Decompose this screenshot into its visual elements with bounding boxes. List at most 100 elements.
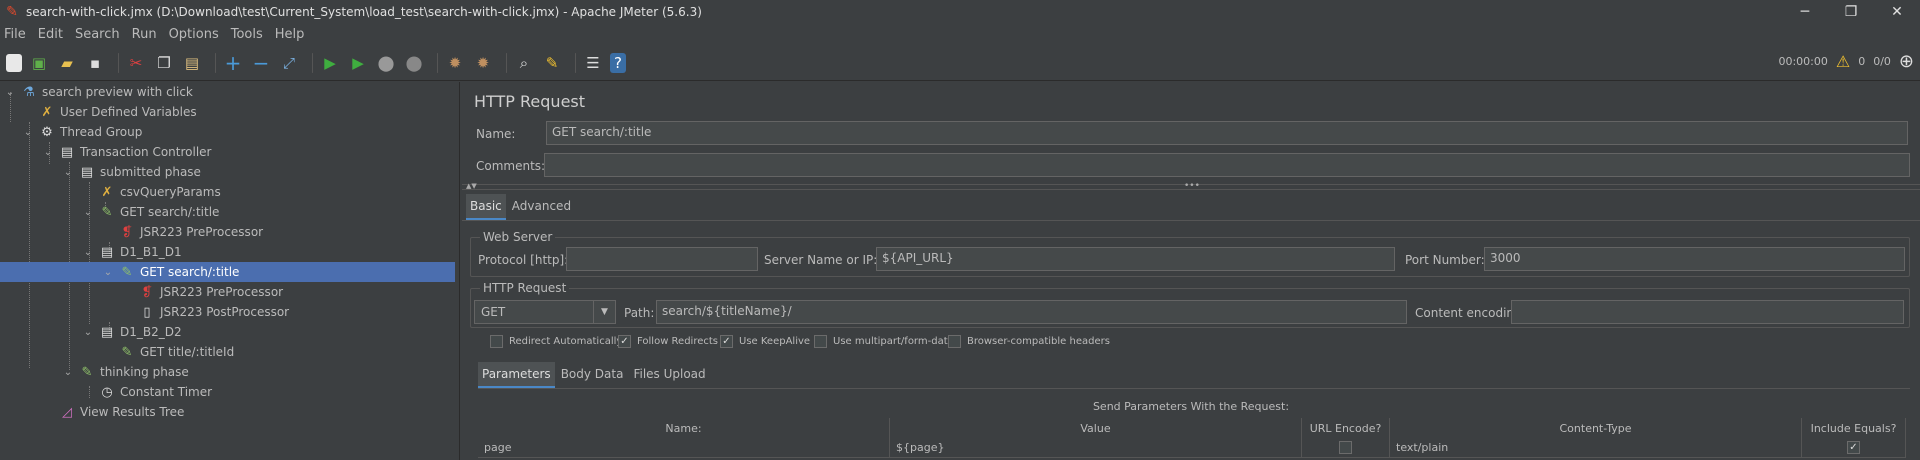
encoding-field[interactable]: [1511, 300, 1904, 324]
maximize-button[interactable]: ❐: [1828, 4, 1874, 20]
tree-node-csv-query-params[interactable]: ✗ csvQueryParams: [82, 182, 221, 202]
warning-icon[interactable]: ⚠: [1836, 52, 1850, 71]
menu-tools[interactable]: Tools: [231, 27, 263, 42]
clear-all-icon[interactable]: ✹: [472, 52, 494, 74]
splitter-arrows-icon[interactable]: ▲▼: [466, 182, 477, 190]
collapse-icon[interactable]: −: [250, 51, 272, 75]
wrench-icon: ✗: [41, 104, 53, 120]
help-icon[interactable]: ?: [610, 52, 626, 73]
new-icon[interactable]: [6, 53, 22, 72]
tree-node-get-search-title-selected[interactable]: ⌄ ✎ GET search/:title: [0, 262, 455, 282]
active-threads: 0/0: [1873, 55, 1891, 68]
elapsed-timer: 00:00:00: [1778, 55, 1828, 68]
tab-basic[interactable]: Basic: [466, 194, 506, 220]
use-keepalive-checkbox[interactable]: ✓ Use KeepAlive: [720, 335, 810, 348]
menu-search[interactable]: Search: [75, 27, 120, 42]
cell-content-type[interactable]: text/plain: [1390, 437, 1802, 458]
templates-icon[interactable]: ▣: [28, 52, 50, 74]
chevron-down-icon: ▼: [593, 301, 615, 323]
menu-help[interactable]: Help: [275, 27, 305, 42]
checkbox-box: [948, 335, 961, 348]
splitter-grip-icon[interactable]: •••: [1184, 181, 1200, 191]
tree-node-submitted-phase[interactable]: ⌄ ▤ submitted phase: [62, 162, 201, 182]
path-field[interactable]: search/${titleName}/: [656, 300, 1407, 324]
test-plan-tree: ⌄ ⚗ search preview with click ✗ User Define…: [0, 82, 460, 460]
follow-redirects-checkbox[interactable]: ✓ Follow Redirects: [618, 335, 718, 348]
clear-icon[interactable]: ✹: [444, 52, 466, 74]
minimize-button[interactable]: ─: [1782, 4, 1828, 20]
cell-name[interactable]: page: [478, 437, 890, 458]
toolbar-separator: [437, 52, 438, 73]
menu-run[interactable]: Run: [132, 27, 157, 42]
redirect-automatically-checkbox[interactable]: Redirect Automatically: [490, 335, 622, 348]
name-field[interactable]: GET search/:title: [546, 121, 1908, 145]
toolbar: ▣ ▰ ▪ ✂ ❐ ▤ + − ⤢ ▶ ▶ ⬤ ⬤ ✹ ✹ ⌕ ✎ ☰ ? 00…: [0, 45, 1920, 81]
jmeter-feather-icon: ✎: [6, 3, 18, 20]
copy-icon[interactable]: ❐: [153, 52, 175, 74]
cut-icon[interactable]: ✂: [125, 52, 147, 74]
protocol-field[interactable]: [566, 247, 758, 271]
checkbox-box: [814, 335, 827, 348]
title-bar: ✎ search-with-click.jmx (D:\Download\tes…: [0, 0, 1920, 23]
stop-icon[interactable]: ⬤: [375, 52, 397, 74]
tree-node-test-plan[interactable]: ⌄ ⚗ search preview with click: [4, 82, 193, 102]
tree-node-jsr223-postprocessor[interactable]: ▯ JSR223 PostProcessor: [122, 302, 289, 322]
tree-node-d1-b1-d1[interactable]: ⌄ ▤ D1_B1_D1: [82, 242, 182, 262]
tree-node-thread-group[interactable]: ⌄ ⚙ Thread Group: [22, 122, 143, 142]
save-icon[interactable]: ▪: [84, 52, 106, 74]
comments-field[interactable]: [544, 153, 1910, 177]
check-icon: ✓: [1847, 441, 1860, 454]
start-icon[interactable]: ▶: [319, 52, 341, 74]
tree-node-get-search-title[interactable]: ⌄ ✎ GET search/:title: [82, 202, 220, 222]
tab-parameters[interactable]: Parameters: [478, 362, 555, 388]
cell-include-equals[interactable]: ✓: [1802, 437, 1906, 458]
tree-node-d1-b2-d2[interactable]: ⌄ ▤ D1_B2_D2: [82, 322, 182, 342]
port-label: Port Number:: [1405, 253, 1485, 267]
col-name[interactable]: Name:: [478, 418, 890, 438]
tree-node-jsr223-preprocessor[interactable]: ❡ JSR223 PreProcessor: [102, 222, 264, 242]
menu-file[interactable]: File: [4, 27, 26, 42]
reset-search-icon[interactable]: ✎: [541, 52, 563, 74]
tree-node-get-title-titleid[interactable]: ✎ GET title/:titleId: [102, 342, 235, 362]
col-content-type[interactable]: Content-Type: [1390, 418, 1802, 438]
cell-url-encode[interactable]: [1302, 437, 1390, 458]
status-area: 00:00:00 ⚠ 0 0/0 ⊕: [1778, 51, 1914, 72]
open-icon[interactable]: ▰: [56, 52, 78, 74]
menu-options[interactable]: Options: [169, 27, 219, 42]
search-icon[interactable]: ⌕: [513, 52, 535, 74]
tab-body-data[interactable]: Body Data: [557, 362, 628, 388]
toolbar-separator: [215, 52, 216, 73]
tree-node-jsr223-preprocessor-2[interactable]: ❡ JSR223 PreProcessor: [122, 282, 284, 302]
port-field[interactable]: 3000: [1484, 247, 1905, 271]
tree-node-user-defined-variables[interactable]: ✗ User Defined Variables: [22, 102, 197, 122]
tab-advanced[interactable]: Advanced: [508, 194, 575, 220]
tree-node-thinking-phase[interactable]: ⌄ ✎ thinking phase: [62, 362, 189, 382]
browser-compatible-headers-checkbox[interactable]: Browser-compatible headers: [948, 335, 1110, 348]
shutdown-icon[interactable]: ⬤: [403, 52, 425, 74]
close-button[interactable]: ✕: [1874, 4, 1920, 20]
col-include-equals[interactable]: Include Equals?: [1802, 418, 1906, 438]
tab-files-upload[interactable]: Files Upload: [629, 362, 709, 388]
controller-icon: ▤: [100, 244, 114, 260]
table-row[interactable]: page ${page} text/plain ✓: [478, 437, 1906, 458]
col-url-encode[interactable]: URL Encode?: [1302, 418, 1390, 438]
method-select[interactable]: GET ▼: [474, 300, 616, 324]
expand-icon[interactable]: +: [222, 51, 244, 75]
paste-icon[interactable]: ▤: [181, 52, 203, 74]
cell-value[interactable]: ${page}: [890, 437, 1302, 458]
server-field[interactable]: ${API_URL}: [876, 247, 1395, 271]
use-multipart-checkbox[interactable]: Use multipart/form-data: [814, 335, 954, 348]
menu-edit[interactable]: Edit: [38, 27, 63, 42]
start-no-pauses-icon[interactable]: ▶: [347, 52, 369, 74]
tree-node-view-results-tree[interactable]: ◿ View Results Tree: [42, 402, 184, 422]
toolbar-separator: [312, 52, 313, 73]
col-value[interactable]: Value: [890, 418, 1302, 438]
remote-engines-icon[interactable]: ⊕: [1899, 51, 1914, 72]
tree-node-transaction-controller[interactable]: ⌄ ▤ Transaction Controller: [42, 142, 212, 162]
tree-node-constant-timer[interactable]: ◷ Constant Timer: [82, 382, 212, 402]
checkbox-box: [490, 335, 503, 348]
method-value: GET: [481, 305, 506, 319]
function-helper-icon[interactable]: ☰: [582, 52, 604, 74]
toggle-icon[interactable]: ⤢: [278, 52, 300, 74]
gear-icon: ⚙: [41, 124, 53, 140]
